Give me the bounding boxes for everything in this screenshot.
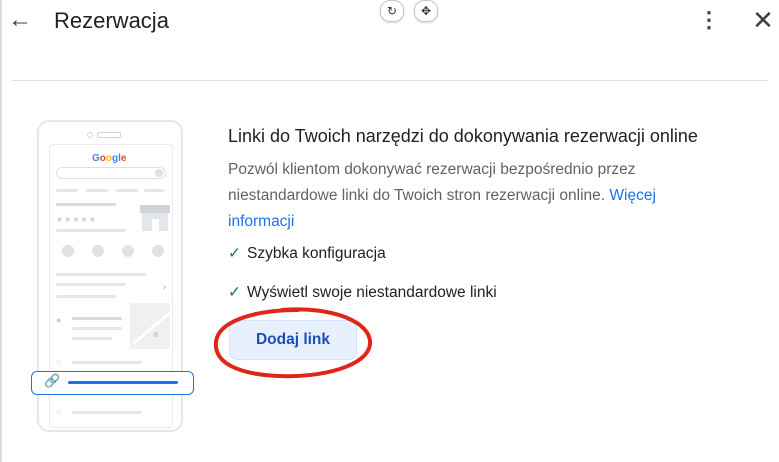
location-pin-icon: ● [56, 315, 62, 325]
feature-item: ✓ Wyświetl swoje niestandardowe linki [228, 284, 497, 301]
close-icon[interactable]: ✕ [750, 6, 776, 34]
chevron-right-icon: › [163, 282, 166, 292]
add-link-button[interactable]: Dodaj link [229, 320, 357, 360]
rotate-icon[interactable]: ↻ [380, 0, 404, 22]
move-icon[interactable]: ✥ [414, 0, 438, 22]
check-icon: ✓ [228, 245, 241, 262]
rating-stars: ★★★★★ [56, 215, 97, 224]
action-circle-icon [122, 245, 134, 257]
action-circle-icon [92, 245, 104, 257]
google-logo: Google [92, 153, 127, 164]
link-icon: 🔗 [44, 373, 61, 388]
link-row-highlight: 🔗 [31, 371, 194, 395]
dialog-header: ← Rezerwacja ↻ ✥ ⋮ ✕ [0, 0, 779, 80]
search-bar-illustration [56, 167, 166, 179]
more-vert-icon[interactable]: ⋮ [698, 6, 720, 34]
arrow-left-icon[interactable]: ← [6, 6, 34, 34]
store-icon [140, 205, 170, 231]
header-divider [12, 80, 768, 81]
globe-icon: ○ [56, 407, 62, 417]
phone-camera [87, 132, 93, 138]
description: Pozwól klientom dokonywać rezerwacji bez… [228, 161, 656, 230]
map-thumbnail: ● [130, 303, 170, 349]
section-heading: Linki do Twoich narzędzi do dokonywania … [228, 126, 698, 146]
action-circle-icon [152, 245, 164, 257]
action-circle-icon [62, 245, 74, 257]
page-title: Rezerwacja [54, 8, 169, 33]
feature-item: ✓ Szybka konfiguracja [228, 245, 386, 262]
clock-icon: ○ [56, 357, 62, 367]
check-icon: ✓ [228, 284, 241, 301]
phone-speaker [97, 132, 121, 138]
